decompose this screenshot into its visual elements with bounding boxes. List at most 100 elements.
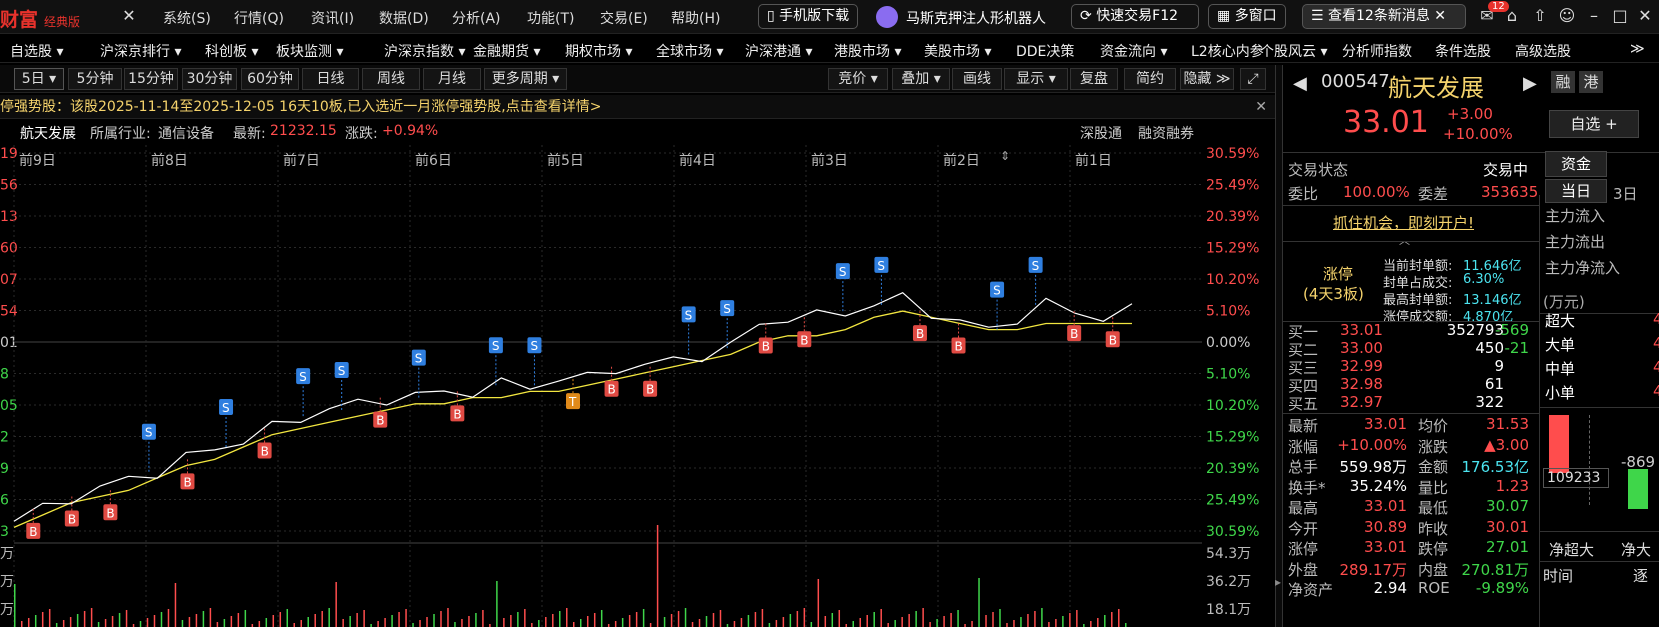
- nav-item-13[interactable]: L2核心内参: [1191, 41, 1264, 61]
- nav-item-18[interactable]: ≫: [1630, 41, 1645, 57]
- nav-item-8[interactable]: 沪深港通 ▾: [745, 41, 812, 61]
- volume-bar: [761, 609, 764, 627]
- top-menu-item-5[interactable]: 功能(T): [527, 8, 574, 28]
- bid-price[interactable]: 32.99: [1340, 357, 1383, 375]
- margin-tag[interactable]: 融: [1551, 71, 1575, 93]
- minimize-icon[interactable]: –: [1584, 6, 1604, 26]
- user-icon[interactable]: ☺: [1557, 6, 1577, 26]
- limit-up-notice[interactable]: 停强势股：该股2025-11-14至2025-12-05 16天10板,已入选近…: [0, 95, 1275, 119]
- upload-icon[interactable]: ⇧: [1530, 6, 1550, 26]
- chart-tool-2[interactable]: 画线: [952, 68, 1002, 90]
- collapse-icon[interactable]: ︿: [1399, 232, 1410, 248]
- nav-item-16[interactable]: 条件选股: [1435, 41, 1491, 61]
- period-tab-0[interactable]: 5日 ▾: [14, 68, 64, 90]
- sgt-label[interactable]: 深股通: [1080, 123, 1122, 143]
- nav-item-6[interactable]: 期权市场 ▾: [565, 41, 632, 61]
- stat-value: 289.17万: [1339, 560, 1408, 579]
- prev-stock-icon[interactable]: ◀: [1293, 73, 1307, 94]
- top-menu-item-7[interactable]: 帮助(H): [671, 8, 720, 28]
- period-tab-8[interactable]: 更多周期 ▾: [484, 68, 567, 90]
- period-tab-4[interactable]: 60分钟: [241, 68, 299, 90]
- maximize-icon[interactable]: □: [1610, 6, 1630, 26]
- period-tab-5[interactable]: 日线: [302, 68, 359, 90]
- nav-item-12[interactable]: 资金流向 ▾: [1100, 41, 1167, 61]
- next-stock-icon[interactable]: ▶: [1523, 73, 1537, 94]
- nav-item-5[interactable]: 金融期货 ▾: [473, 41, 540, 61]
- bid-price[interactable]: 33.00: [1340, 339, 1383, 357]
- trade-marker-label: S: [1032, 259, 1040, 273]
- volume-bar: [83, 611, 86, 627]
- nav-item-7[interactable]: 全球市场 ▾: [656, 41, 723, 61]
- chart-tool-6[interactable]: 隐藏 ≫: [1180, 68, 1234, 90]
- period-tab-2[interactable]: 15分钟: [124, 68, 178, 90]
- volume-bar: [27, 618, 30, 627]
- nav-item-15[interactable]: 分析师指数: [1342, 41, 1412, 61]
- period-tab-7[interactable]: 月线: [423, 68, 481, 90]
- stat-value: 270.81万: [1461, 560, 1530, 579]
- tab-3day[interactable]: 3日: [1613, 183, 1638, 204]
- volume-bar: [684, 608, 687, 627]
- stat-value: 1.23: [1495, 476, 1529, 495]
- window-close-icon[interactable]: ✕: [1635, 6, 1655, 26]
- margin-label[interactable]: 融资融券: [1138, 123, 1194, 143]
- close-icon[interactable]: ✕: [1255, 95, 1267, 118]
- nav-item-11[interactable]: DDE决策: [1016, 41, 1074, 61]
- nav-item-3[interactable]: 板块监测 ▾: [276, 41, 343, 61]
- order-size-label: 大单: [1545, 336, 1576, 354]
- stat-value: 33.01: [1364, 415, 1407, 433]
- volume-bar: [69, 617, 72, 627]
- nav-item-4[interactable]: 沪深京指数 ▾: [384, 41, 465, 61]
- nav-item-1[interactable]: 沪深京排行 ▾: [100, 41, 181, 61]
- robot-news-link[interactable]: 马斯克押注人形机器人: [906, 8, 1046, 28]
- volume-bar: [153, 615, 156, 627]
- crosshair-toggle-icon[interactable]: ⇕: [1000, 149, 1010, 163]
- nav-item-2[interactable]: 科创板 ▾: [205, 41, 258, 61]
- tab-capital[interactable]: 资金: [1545, 151, 1607, 177]
- volume-bar: [649, 623, 652, 627]
- period-tab-6[interactable]: 周线: [362, 68, 420, 90]
- tab-today[interactable]: 当日: [1545, 179, 1607, 203]
- chart-tool-5[interactable]: 简约: [1124, 68, 1176, 90]
- capital-flow-label: 主力净流入: [1545, 259, 1621, 277]
- panel-divider[interactable]: [1275, 65, 1282, 627]
- messages-button[interactable]: ☰ 查看12条新消息 ✕: [1302, 4, 1466, 29]
- intraday-chart[interactable]: 30.59% 19 25.49% 56 20.39% 13 15.29% 60 10.20% 07…: [0, 145, 1275, 627]
- multi-window-button[interactable]: ▦ 多窗口: [1208, 4, 1286, 29]
- quick-trade-button[interactable]: ⟳ 快速交易F12: [1071, 4, 1199, 29]
- open-account-link[interactable]: 抓住机会，即刻开户!: [1333, 212, 1474, 233]
- top-menu-item-1[interactable]: 行情(Q): [234, 8, 284, 28]
- close-icon[interactable]: ✕: [119, 6, 139, 26]
- volume-bar: [202, 611, 205, 627]
- trade-marker-label: B: [608, 383, 616, 397]
- nav-item-10[interactable]: 美股市场 ▾: [924, 41, 991, 61]
- nav-item-14[interactable]: 个股风云 ▾: [1260, 41, 1327, 61]
- period-tab-1[interactable]: 5分钟: [68, 68, 122, 90]
- add-favorite-button[interactable]: 自选 +: [1549, 110, 1639, 138]
- industry-value[interactable]: 通信设备: [158, 123, 214, 143]
- hk-tag[interactable]: 港: [1579, 71, 1603, 93]
- volume-bar: [118, 613, 121, 627]
- top-menu-item-6[interactable]: 交易(E): [600, 8, 648, 28]
- bid-price[interactable]: 32.98: [1340, 375, 1383, 393]
- bid-price[interactable]: 33.01: [1340, 321, 1383, 339]
- nav-item-0[interactable]: 自选股 ▾: [10, 41, 63, 61]
- chart-tool-4[interactable]: 复盘: [1070, 68, 1118, 90]
- top-menu-item-2[interactable]: 资讯(I): [311, 8, 354, 28]
- top-menu-item-0[interactable]: 系统(S): [163, 8, 211, 28]
- mobile-download-button[interactable]: ▯ 手机版下载: [758, 4, 859, 29]
- volume-bar: [328, 608, 330, 627]
- bid-price[interactable]: 32.97: [1340, 393, 1383, 411]
- trade-marker-label: B: [646, 383, 654, 397]
- chart-tool-0[interactable]: 竞价 ▾: [828, 68, 888, 90]
- close-icon[interactable]: ✕: [1434, 8, 1446, 24]
- home-icon[interactable]: ⌂: [1502, 6, 1522, 26]
- nav-item-9[interactable]: 港股市场 ▾: [834, 41, 901, 61]
- period-tab-3[interactable]: 30分钟: [182, 68, 237, 90]
- chart-tool-3[interactable]: 显示 ▾: [1004, 68, 1068, 90]
- panel-toggle-icon[interactable]: ▸: [1275, 575, 1281, 589]
- top-menu-item-4[interactable]: 分析(A): [452, 8, 501, 28]
- top-menu-item-3[interactable]: 数据(D): [379, 8, 429, 28]
- nav-item-17[interactable]: 高级选股: [1515, 41, 1571, 61]
- chart-tool-1[interactable]: 叠加 ▾: [892, 68, 950, 90]
- fullscreen-icon[interactable]: ⤢: [1240, 68, 1266, 90]
